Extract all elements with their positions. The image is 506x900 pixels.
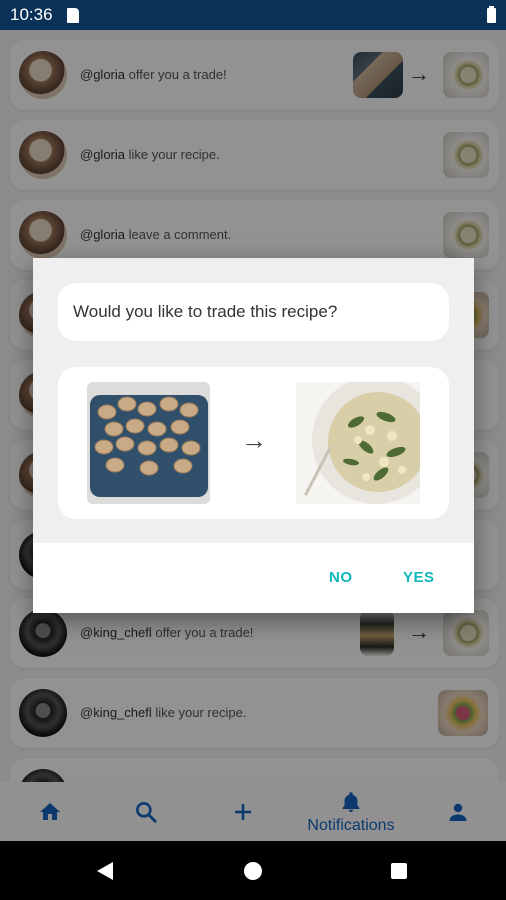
dialog-question: Would you like to trade this recipe?: [58, 283, 449, 341]
arrow-icon: →: [241, 425, 267, 455]
status-bar: 10:36: [0, 0, 506, 30]
no-button[interactable]: NO: [329, 543, 353, 613]
dialog-actions: NO YES: [33, 543, 474, 613]
pasta-image: [296, 382, 420, 504]
home-circle-icon[interactable]: [244, 862, 262, 880]
app-screen: @gloria offer you a trade! → @gloria lik…: [0, 30, 506, 841]
yes-button[interactable]: YES: [403, 543, 435, 613]
macarons-image: [87, 382, 210, 504]
recents-icon[interactable]: [391, 863, 407, 879]
trade-preview: →: [58, 367, 449, 519]
system-navigation-bar: [0, 841, 506, 900]
status-time: 10:36: [10, 5, 53, 24]
battery-icon: [487, 6, 496, 23]
trade-dialog: Would you like to trade this recipe? → N…: [33, 258, 474, 613]
sd-card-icon: [66, 7, 79, 23]
requested-recipe-image: [296, 382, 420, 504]
dialog-body: Would you like to trade this recipe? →: [33, 258, 474, 543]
offered-recipe-image: [87, 382, 210, 504]
back-icon[interactable]: [97, 862, 113, 880]
